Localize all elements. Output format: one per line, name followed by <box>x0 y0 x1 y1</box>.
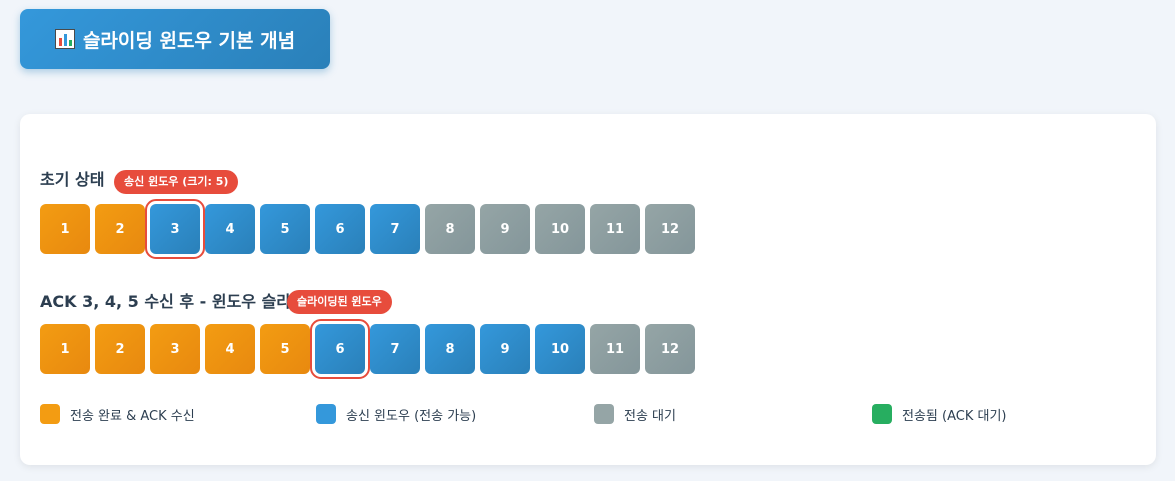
frame-9: 9 <box>480 204 530 254</box>
legend-label-wait: 전송 대기 <box>624 408 676 424</box>
frame-7: 7 <box>370 204 420 254</box>
legend-swatch-window <box>316 404 336 424</box>
legend-swatch-wait <box>594 404 614 424</box>
page-title: 슬라이딩 윈도우 기본 개념 <box>82 29 296 52</box>
frame-3: 3 <box>145 199 205 259</box>
slid-window-tag: 슬라이딩된 윈도우 <box>287 290 392 314</box>
legend: 전송 완료 & ACK 수신 송신 윈도우 (전송 가능) 전송 대기 전송됨 … <box>40 404 1140 428</box>
frame-1: 1 <box>40 204 90 254</box>
frame-11: 11 <box>590 324 640 374</box>
initial-frame-row: 1 2 3 4 5 6 7 8 9 10 11 12 <box>40 199 695 259</box>
frame-1: 1 <box>40 324 90 374</box>
legend-item-sent: 전송됨 (ACK 대기) <box>872 404 1006 424</box>
frame-2: 2 <box>95 324 145 374</box>
frame-10: 10 <box>535 204 585 254</box>
after-ack-label: ACK 3, 4, 5 수신 후 - 윈도우 슬라 <box>40 292 292 311</box>
frame-5: 5 <box>260 324 310 374</box>
legend-label-done: 전송 완료 & ACK 수신 <box>70 408 195 424</box>
legend-swatch-done <box>40 404 60 424</box>
frame-8: 8 <box>425 324 475 374</box>
frame-4: 4 <box>205 324 255 374</box>
legend-label-sent: 전송됨 (ACK 대기) <box>902 408 1007 424</box>
bar-chart-icon <box>54 29 75 49</box>
frame-8: 8 <box>425 204 475 254</box>
frame-12: 12 <box>645 204 695 254</box>
frame-2: 2 <box>95 204 145 254</box>
frame-6: 6 <box>310 319 370 379</box>
frame-7: 7 <box>370 324 420 374</box>
initial-state-label: 초기 상태 <box>40 170 105 189</box>
frame-4: 4 <box>205 204 255 254</box>
title-banner[interactable]: 슬라이딩 윈도우 기본 개념 <box>20 9 330 69</box>
frame-10: 10 <box>535 324 585 374</box>
send-window-tag: 송신 윈도우 (크기: 5) <box>114 170 239 194</box>
frame-3: 3 <box>150 324 200 374</box>
after-frame-row: 1 2 3 4 5 6 7 8 9 10 11 12 <box>40 319 695 379</box>
legend-item-done: 전송 완료 & ACK 수신 <box>40 404 195 424</box>
legend-label-window: 송신 윈도우 (전송 가능) <box>346 408 477 424</box>
frame-5: 5 <box>260 204 310 254</box>
frame-9: 9 <box>480 324 530 374</box>
legend-item-window: 송신 윈도우 (전송 가능) <box>316 404 476 424</box>
frame-12: 12 <box>645 324 695 374</box>
legend-item-wait: 전송 대기 <box>594 404 676 424</box>
legend-swatch-sent <box>872 404 892 424</box>
diagram-card: 초기 상태 송신 윈도우 (크기: 5) 1 2 3 4 5 6 7 8 9 10 11 12 ACK… <box>20 114 1156 465</box>
frame-11: 11 <box>590 204 640 254</box>
frame-6: 6 <box>315 204 365 254</box>
